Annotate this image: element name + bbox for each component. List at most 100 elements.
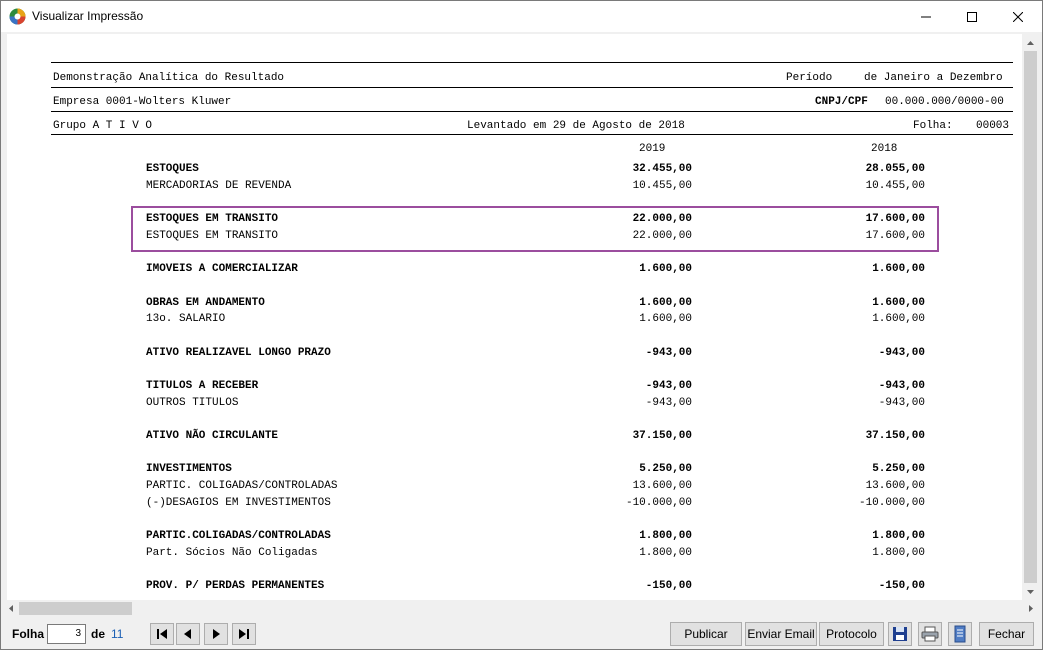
empresa-text: Empresa 0001-Wolters Kluwer [53,96,232,108]
scroll-down-button[interactable] [1022,583,1039,600]
last-page-button[interactable] [232,623,256,645]
close-icon [1013,11,1023,22]
vertical-scroll-thumb[interactable] [1024,51,1037,583]
row-label: (-)DESAGIOS EM INVESTIMENTOS [146,497,331,509]
row-value-2019: 37.150,00 [632,430,692,442]
row-value-2019: -943,00 [645,397,692,409]
row-value-2018: -10.000,00 [858,497,925,509]
printer-icon [921,626,939,642]
maximize-icon [967,11,977,22]
cnpj-label: CNPJ/CPF [815,96,868,108]
periodo-label: Período [786,72,833,84]
row-value-2018: 1.600,00 [872,297,925,309]
header-divider [51,134,1013,135]
row-value-2018: 1.800,00 [872,530,925,542]
row-label: OBRAS EM ANDAMENTO [146,297,265,309]
row-label: 13o. SALARIO [146,313,226,325]
report-title: Demonstração Analítica do Resultado [53,72,285,84]
minimize-button[interactable] [903,1,949,32]
print-button[interactable] [918,622,942,646]
row-value-2019: 13.600,00 [632,480,692,492]
periodo-value: de Janeiro a Dezembro [864,72,1003,84]
row-value-2018: -150,00 [878,580,925,592]
row-value-2019: 32.455,00 [632,163,692,175]
row-value-2018: 10.455,00 [865,180,925,192]
row-label: ESTOQUES EM TRANSITO [146,213,279,225]
horizontal-scrollbar[interactable] [2,600,1039,617]
row-value-2019: 1.800,00 [639,530,692,542]
row-value-2018: 5.250,00 [872,463,925,475]
row-label: OUTROS TITULOS [146,397,239,409]
row-label: PARTIC.COLIGADAS/CONTROLADAS [146,530,331,542]
row-value-2019: -10.000,00 [625,497,692,509]
arrow-down-icon [1027,589,1034,594]
next-page-icon [213,629,220,639]
protocolo-button[interactable]: Protocolo [819,622,884,646]
row-label: PROV. P/ PERDAS PERMANENTES [146,580,325,592]
app-icon [9,8,26,25]
row-value-2018: -943,00 [878,397,925,409]
header-divider [51,62,1013,63]
folha-value: 00003 [976,120,1010,132]
cnpj-value: 00.000.000/0000-00 [885,96,1004,108]
total-pages: 11 [111,627,124,641]
fechar-button[interactable]: Fechar [979,622,1034,646]
row-value-2019: 10.455,00 [632,180,692,192]
grupo-text: Grupo A T I V O [53,120,153,132]
row-label: INVESTIMENTOS [146,463,232,475]
row-label: ATIVO REALIZAVEL LONGO PRAZO [146,347,331,359]
row-value-2019: -943,00 [645,347,692,359]
arrow-up-icon [1027,40,1034,45]
minimize-icon [921,16,931,17]
row-label: TITULOS A RECEBER [146,380,259,392]
row-label: PARTIC. COLIGADAS/CONTROLADAS [146,480,338,492]
row-value-2018: 1.600,00 [872,263,925,275]
previous-page-icon [184,629,191,639]
export-button[interactable] [948,622,972,646]
row-label: ATIVO NÃO CIRCULANTE [146,430,279,442]
vertical-scrollbar[interactable] [1022,34,1039,600]
header-divider [51,87,1013,88]
horizontal-scroll-thumb[interactable] [19,602,132,615]
close-button[interactable] [995,1,1041,32]
row-label: MERCADORIAS DE REVENDA [146,180,292,192]
scroll-right-button[interactable] [1022,600,1039,617]
row-label: ESTOQUES [146,163,199,175]
first-page-icon [157,629,167,639]
row-value-2018: 13.600,00 [865,480,925,492]
row-value-2019: 1.600,00 [639,263,692,275]
enviar-email-button[interactable]: Enviar Email [745,622,817,646]
arrow-right-icon [1028,605,1033,612]
publicar-button[interactable]: Publicar [670,622,742,646]
row-value-2018: 1.600,00 [872,313,925,325]
header-divider [51,111,1013,112]
bottom-toolbar: Folha 3 de 11 Publicar Enviar Email Prot… [2,618,1041,649]
save-button[interactable] [888,622,912,646]
print-preview-window: Visualizar Impressão Demonstração Analít… [0,0,1043,650]
last-page-icon [239,629,249,639]
maximize-button[interactable] [949,1,995,32]
folha-label: Folha [12,627,44,641]
row-value-2018: 1.800,00 [872,547,925,559]
previous-page-button[interactable] [176,623,200,645]
page-number-input[interactable]: 3 [47,624,86,644]
folha-label: Folha: [913,120,953,132]
report-page[interactable]: Demonstração Analítica do Resultado Perí… [7,34,1022,600]
de-label: de [91,627,106,641]
scroll-up-button[interactable] [1022,34,1039,51]
row-value-2019: -150,00 [645,580,692,592]
row-value-2019: 22.000,00 [632,213,692,225]
row-value-2018: 17.600,00 [865,213,925,225]
row-value-2019: 1.600,00 [639,297,692,309]
row-label: Part. Sócios Não Coligadas [146,547,318,559]
scroll-left-button[interactable] [2,600,19,617]
row-value-2018: 17.600,00 [865,230,925,242]
row-value-2018: -943,00 [878,347,925,359]
row-label: IMOVEIS A COMERCIALIZAR [146,263,298,275]
row-label: ESTOQUES EM TRANSITO [146,230,279,242]
row-value-2019: -943,00 [645,380,692,392]
next-page-button[interactable] [204,623,228,645]
column-header-2018: 2018 [871,143,898,155]
first-page-button[interactable] [150,623,174,645]
document-stack-icon [954,625,966,643]
